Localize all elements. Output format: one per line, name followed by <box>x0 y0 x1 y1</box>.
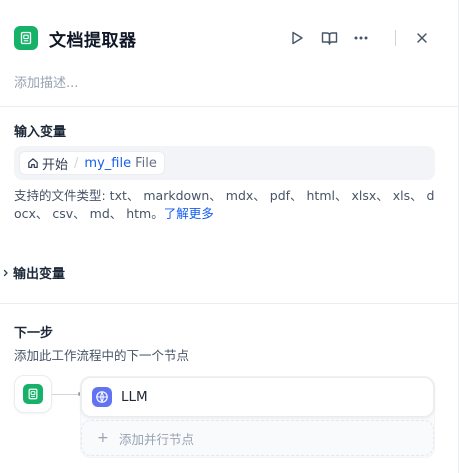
node-panel: 文档提取器 添加描述... 输入变量 开始 / my_file File 支持的… <box>0 0 459 473</box>
header-actions <box>287 28 432 48</box>
docs-button[interactable] <box>319 28 339 48</box>
next-step-description: 添加此工作流程中的下一个节点 <box>14 348 190 363</box>
plus-icon: + <box>97 430 109 446</box>
add-parallel-node-button[interactable]: + 添加并行节点 <box>81 420 434 456</box>
document-extractor-icon <box>23 384 43 404</box>
supported-file-types-text: 支持的文件类型: txt、 markdown、 mdx、 pdf、 html、 … <box>14 188 435 221</box>
header-divider <box>395 30 396 46</box>
add-parallel-node-label: 添加并行节点 <box>119 431 195 447</box>
chevron-right-icon <box>2 268 12 278</box>
current-node-thumbnail <box>14 375 52 413</box>
variable-type: File <box>135 155 157 171</box>
more-horizontal-icon <box>354 36 368 40</box>
next-node-label: LLM <box>121 389 148 405</box>
variable-source: 开始 <box>42 157 69 173</box>
document-extractor-icon <box>14 26 38 50</box>
next-step-title: 下一步 <box>14 326 54 341</box>
learn-more-link[interactable]: 了解更多 <box>164 206 214 221</box>
home-icon <box>27 157 39 169</box>
divider <box>0 303 459 304</box>
supported-file-types: 支持的文件类型: txt、 markdown、 mdx、 pdf、 html、 … <box>14 187 439 223</box>
input-variable-field[interactable]: 开始 / my_file File <box>14 146 435 180</box>
description-input[interactable]: 添加描述... <box>14 72 78 91</box>
book-open-icon <box>321 32 337 45</box>
panel-header: 文档提取器 <box>14 24 137 52</box>
connector-line <box>52 394 80 395</box>
output-variables-toggle[interactable]: 输出变量 <box>2 263 65 282</box>
more-button[interactable] <box>351 28 371 48</box>
divider <box>0 106 459 107</box>
play-icon <box>292 31 303 45</box>
run-button[interactable] <box>287 28 307 48</box>
close-icon <box>417 33 427 43</box>
output-variables-title: 输出变量 <box>13 267 66 282</box>
variable-separator: / <box>74 155 79 171</box>
variable-tag[interactable]: 开始 / my_file File <box>19 151 165 175</box>
input-variables-title: 输入变量 <box>14 125 67 140</box>
panel-title[interactable]: 文档提取器 <box>49 26 137 51</box>
next-node-llm[interactable]: LLM <box>81 377 434 417</box>
close-button[interactable] <box>412 28 432 48</box>
next-node-branch: LLM + 添加并行节点 <box>80 376 435 458</box>
llm-icon <box>92 387 112 407</box>
variable-name: my_file <box>84 155 132 171</box>
